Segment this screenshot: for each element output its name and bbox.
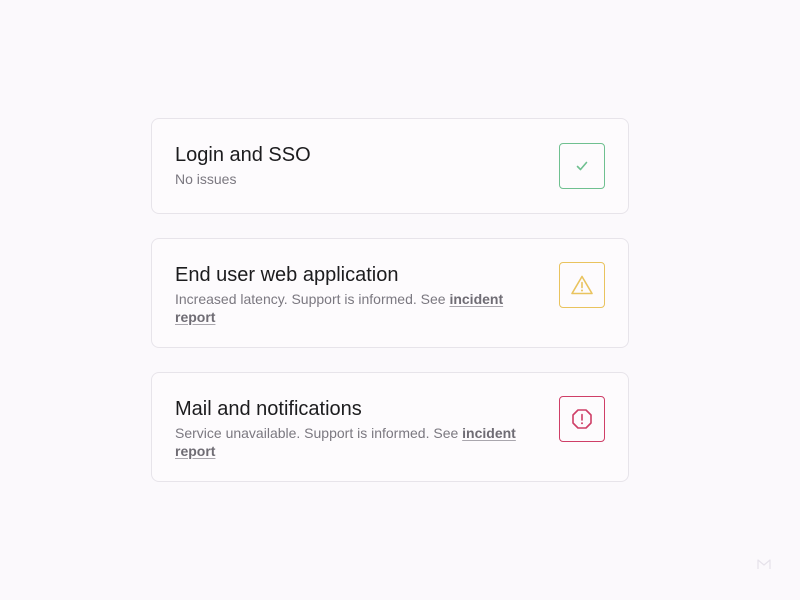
warning-triangle-icon	[571, 275, 593, 295]
service-card-login-sso: Login and SSO No issues	[151, 118, 629, 214]
service-title: Login and SSO	[175, 144, 311, 166]
watermark-logo-icon	[757, 559, 771, 569]
service-card-text: End user web application Increased laten…	[175, 263, 540, 326]
service-card-text: Login and SSO No issues	[175, 143, 540, 189]
status-ok-indicator	[559, 143, 605, 189]
error-octagon-icon	[572, 409, 592, 429]
check-icon	[576, 161, 588, 171]
status-error-indicator	[559, 396, 605, 442]
service-title: End user web application	[175, 264, 399, 286]
service-card-web-app: End user web application Increased laten…	[151, 238, 629, 348]
service-description: No issues	[175, 171, 540, 189]
service-title: Mail and notifications	[175, 398, 362, 420]
service-description-text: Service unavailable. Support is informed…	[175, 425, 463, 441]
service-description: Increased latency. Support is informed. …	[175, 291, 540, 326]
status-page: Login and SSO No issues End user web app…	[0, 0, 800, 600]
service-card-text: Mail and notifications Service unavailab…	[175, 397, 540, 460]
service-description-text: No issues	[175, 171, 237, 187]
service-description-text: Increased latency. Support is informed. …	[175, 291, 450, 307]
service-description: Service unavailable. Support is informed…	[175, 425, 540, 460]
status-warning-indicator	[559, 262, 605, 308]
service-card-mail: Mail and notifications Service unavailab…	[151, 372, 629, 482]
